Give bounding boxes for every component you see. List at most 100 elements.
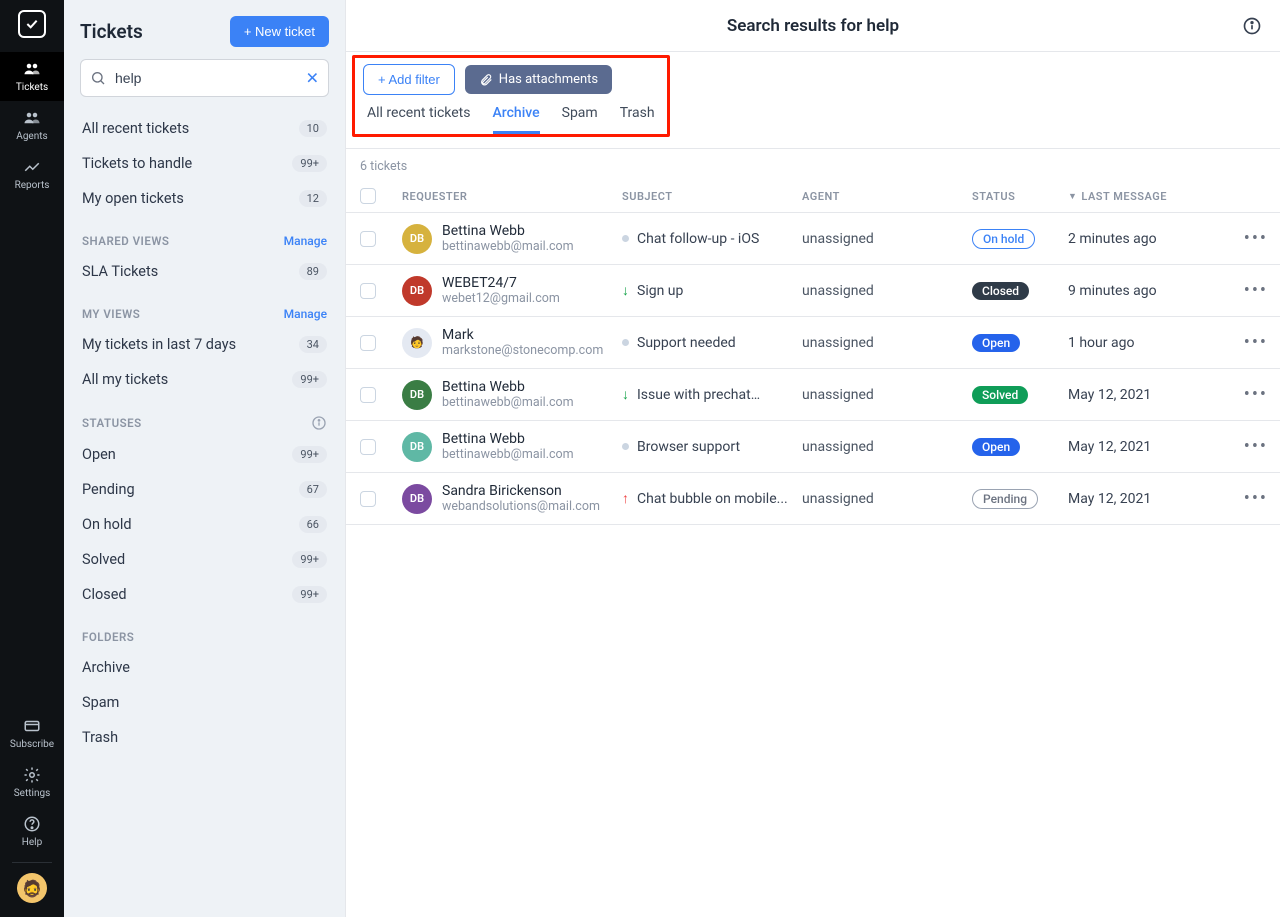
sidebar-item[interactable]: Spam bbox=[64, 685, 345, 720]
row-actions-icon[interactable]: ••• bbox=[1228, 436, 1268, 457]
row-checkbox[interactable] bbox=[360, 283, 376, 299]
requester-email: markstone@stonecomp.com bbox=[442, 343, 603, 358]
requester-email: bettinawebb@mail.com bbox=[442, 239, 574, 254]
sidebar-item[interactable]: Trash bbox=[64, 720, 345, 755]
status-badge: Open bbox=[972, 334, 1020, 352]
section-statuses: STATUSES bbox=[82, 416, 142, 430]
user-avatar[interactable]: 🧔 bbox=[17, 873, 47, 903]
status-badge: Open bbox=[972, 438, 1020, 456]
row-checkbox[interactable] bbox=[360, 231, 376, 247]
clear-search-icon[interactable]: ✕ bbox=[306, 69, 319, 88]
row-actions-icon[interactable]: ••• bbox=[1228, 488, 1268, 509]
requester-email: bettinawebb@mail.com bbox=[442, 447, 574, 462]
row-checkbox[interactable] bbox=[360, 387, 376, 403]
requester-name: Mark bbox=[442, 327, 603, 343]
subject-text: Support needed bbox=[637, 335, 736, 351]
rail-item-reports[interactable]: Reports bbox=[0, 150, 64, 199]
select-all-checkbox[interactable] bbox=[360, 188, 376, 204]
col-agent[interactable]: AGENT bbox=[802, 190, 972, 203]
table-row[interactable]: DBSandra Birickensonwebandsolutions@mail… bbox=[346, 473, 1280, 525]
tab-trash[interactable]: Trash bbox=[620, 105, 655, 134]
agent-text: unassigned bbox=[802, 387, 972, 403]
requester-email: webandsolutions@mail.com bbox=[442, 499, 600, 514]
main-panel: Search results for help + Add filter Has… bbox=[346, 0, 1280, 917]
info-icon[interactable] bbox=[1242, 16, 1262, 36]
add-filter-button[interactable]: + Add filter bbox=[363, 64, 455, 95]
col-last-message[interactable]: ▼LAST MESSAGE bbox=[1068, 190, 1228, 203]
requester-avatar: DB bbox=[402, 380, 432, 410]
subject-text: Sign up bbox=[637, 283, 683, 299]
chip-label: Has attachments bbox=[499, 72, 598, 87]
table-header: REQUESTER SUBJECT AGENT STATUS ▼LAST MES… bbox=[346, 180, 1280, 213]
manage-shared-link[interactable]: Manage bbox=[284, 234, 327, 248]
col-requester[interactable]: REQUESTER bbox=[402, 190, 622, 203]
statuses-info-icon[interactable] bbox=[311, 415, 327, 431]
tab-archive[interactable]: Archive bbox=[493, 105, 540, 134]
row-checkbox[interactable] bbox=[360, 491, 376, 507]
row-checkbox[interactable] bbox=[360, 439, 376, 455]
col-subject[interactable]: SUBJECT bbox=[622, 190, 802, 203]
rail-item-subscribe[interactable]: Subscribe bbox=[0, 709, 64, 758]
sidebar-item[interactable]: Open99+ bbox=[64, 437, 345, 472]
tabs: All recent tickets Archive Spam Trash bbox=[363, 95, 659, 134]
priority-dot-icon bbox=[622, 443, 629, 450]
status-badge: Closed bbox=[972, 282, 1029, 300]
row-checkbox[interactable] bbox=[360, 335, 376, 351]
requester-avatar: DB bbox=[402, 276, 432, 306]
table-row[interactable]: DBWEBET24/7webet12@gmail.com↓Sign upunas… bbox=[346, 265, 1280, 317]
paperclip-icon bbox=[479, 73, 493, 87]
row-actions-icon[interactable]: ••• bbox=[1228, 228, 1268, 249]
tab-spam[interactable]: Spam bbox=[562, 105, 598, 134]
status-badge: Solved bbox=[972, 386, 1028, 404]
rail-item-agents[interactable]: Agents bbox=[0, 101, 64, 150]
table-row[interactable]: DBBettina Webbbettinawebb@mail.com↓Issue… bbox=[346, 369, 1280, 421]
requester-email: bettinawebb@mail.com bbox=[442, 395, 574, 410]
status-badge: On hold bbox=[972, 229, 1035, 249]
subject-text: Browser support bbox=[637, 439, 740, 455]
sidebar-item[interactable]: Tickets to handle99+ bbox=[64, 146, 345, 181]
row-actions-icon[interactable]: ••• bbox=[1228, 384, 1268, 405]
ticket-count: 6 tickets bbox=[346, 149, 1280, 180]
last-message-time: 9 minutes ago bbox=[1068, 283, 1228, 299]
rail-item-settings[interactable]: Settings bbox=[0, 758, 64, 807]
tab-all-recent-tickets[interactable]: All recent tickets bbox=[367, 105, 471, 134]
sidebar-item[interactable]: Solved99+ bbox=[64, 542, 345, 577]
new-ticket-button[interactable]: + New ticket bbox=[230, 16, 329, 47]
priority-down-icon: ↓ bbox=[622, 388, 629, 402]
priority-down-icon: ↓ bbox=[622, 284, 629, 298]
requester-avatar: DB bbox=[402, 484, 432, 514]
subject-text: Chat bubble on mobile... bbox=[637, 491, 788, 507]
search-input[interactable] bbox=[80, 59, 329, 97]
sidebar-item[interactable]: Closed99+ bbox=[64, 577, 345, 612]
priority-dot-icon bbox=[622, 339, 629, 346]
subject-text: Chat follow-up - iOS bbox=[637, 231, 759, 247]
row-actions-icon[interactable]: ••• bbox=[1228, 280, 1268, 301]
last-message-time: May 12, 2021 bbox=[1068, 439, 1228, 455]
rail-item-help[interactable]: Help bbox=[0, 807, 64, 856]
manage-myviews-link[interactable]: Manage bbox=[284, 307, 327, 321]
col-status[interactable]: STATUS bbox=[972, 190, 1068, 203]
sidebar-item[interactable]: SLA Tickets89 bbox=[64, 254, 345, 289]
table-row[interactable]: DBBettina Webbbettinawebb@mail.comBrowse… bbox=[346, 421, 1280, 473]
agent-text: unassigned bbox=[802, 283, 972, 299]
agent-text: unassigned bbox=[802, 491, 972, 507]
sidebar-item[interactable]: Archive bbox=[64, 650, 345, 685]
row-actions-icon[interactable]: ••• bbox=[1228, 332, 1268, 353]
rail-item-tickets[interactable]: Tickets bbox=[0, 52, 64, 101]
sidebar-item[interactable]: Pending67 bbox=[64, 472, 345, 507]
sidebar-item[interactable]: All my tickets99+ bbox=[64, 362, 345, 397]
table-row[interactable]: 🧑Markmarkstone@stonecomp.comSupport need… bbox=[346, 317, 1280, 369]
sidebar-item[interactable]: On hold66 bbox=[64, 507, 345, 542]
sidebar-item[interactable]: My open tickets12 bbox=[64, 181, 345, 216]
main-header: Search results for help bbox=[346, 0, 1280, 52]
filter-bar: + Add filter Has attachments All recent … bbox=[346, 52, 1280, 149]
sidebar-item[interactable]: My tickets in last 7 days34 bbox=[64, 327, 345, 362]
agent-text: unassigned bbox=[802, 335, 972, 351]
page-title: Search results for help bbox=[727, 16, 899, 36]
table-row[interactable]: DBBettina Webbbettinawebb@mail.comChat f… bbox=[346, 213, 1280, 265]
sidebar-item[interactable]: All recent tickets10 bbox=[64, 111, 345, 146]
priority-up-icon: ↑ bbox=[622, 492, 629, 506]
requester-email: webet12@gmail.com bbox=[442, 291, 560, 306]
requester-name: Bettina Webb bbox=[442, 379, 574, 395]
filter-chip-attachments[interactable]: Has attachments bbox=[465, 65, 612, 94]
